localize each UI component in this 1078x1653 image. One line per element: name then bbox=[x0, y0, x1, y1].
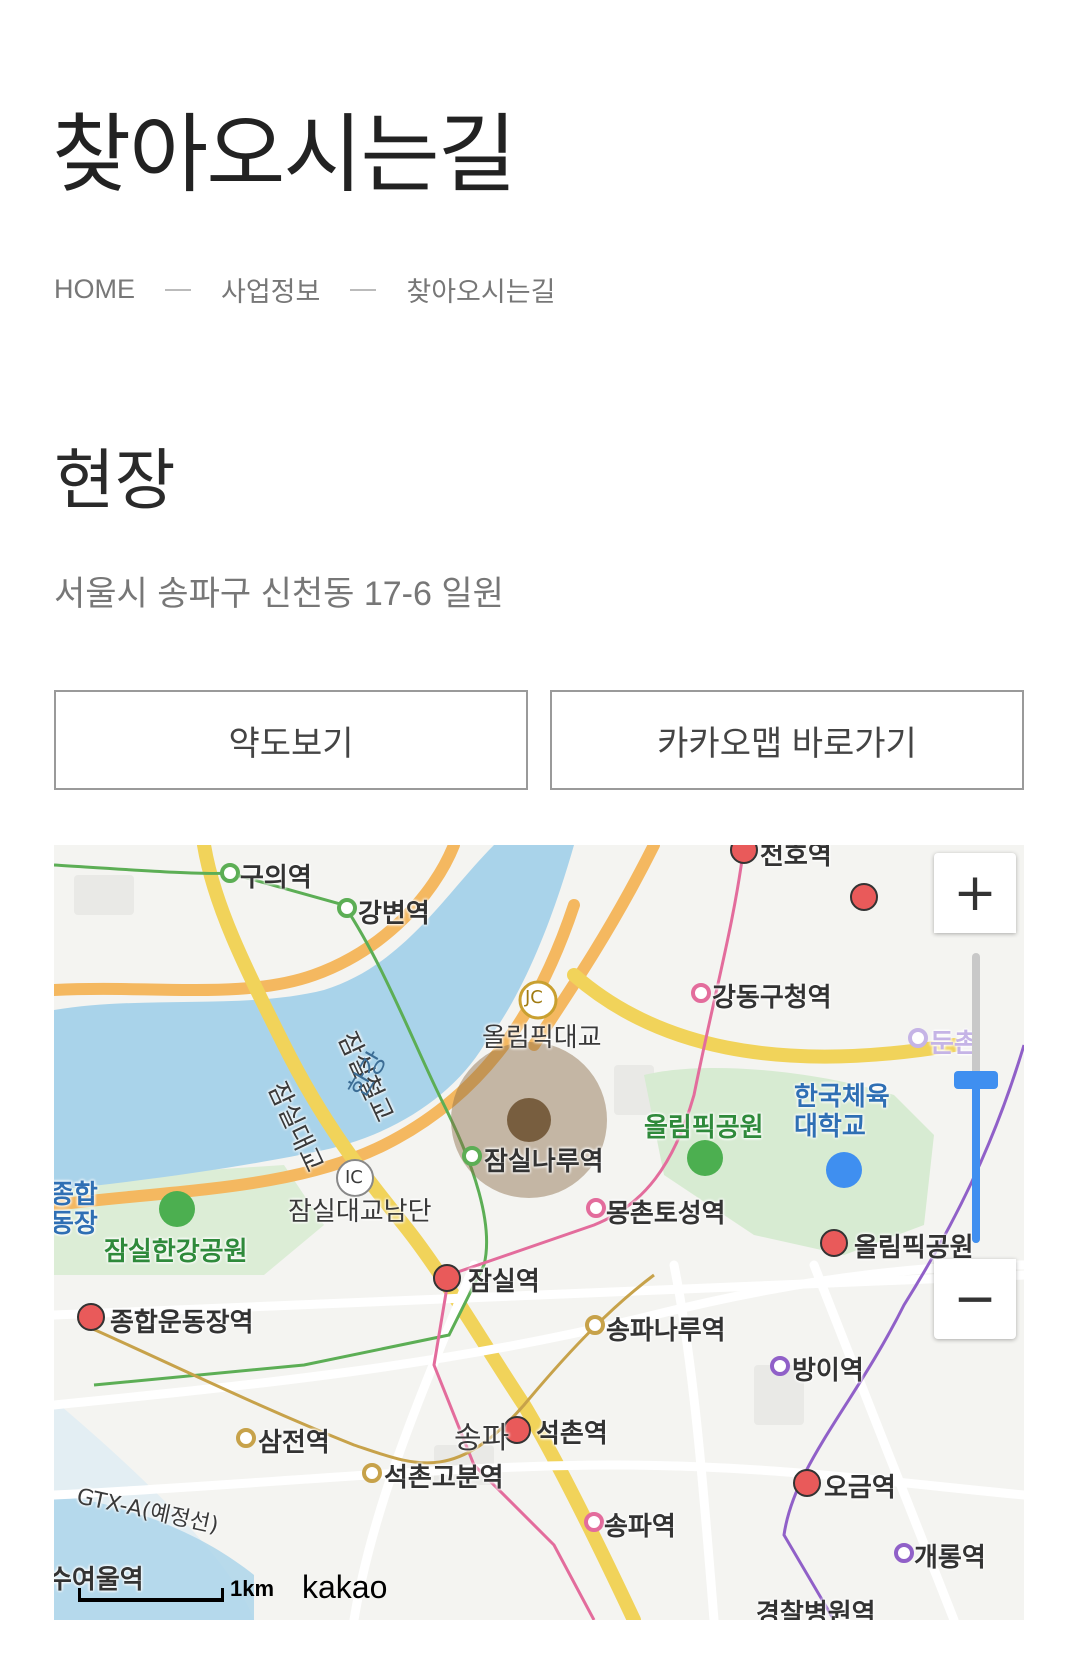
map-label-songpa-district: 송파 bbox=[454, 1421, 510, 1456]
map-label-olympic-bridge: 올림픽대교 bbox=[482, 1023, 602, 1053]
location-title: 현장 bbox=[54, 442, 176, 519]
breadcrumb-current[interactable]: 찾아오시는길 bbox=[406, 270, 555, 309]
map-label-seokchon-station: 석촌역 bbox=[536, 1419, 608, 1449]
page-title: 찾아오시는길 bbox=[52, 105, 517, 205]
location-address: 서울시 송파구 신천동 17-6 일원 bbox=[54, 575, 504, 613]
map-label-gaerong-station: 개롱역 bbox=[914, 1543, 986, 1573]
map-label-gangdong-office-station: 강동구청역 bbox=[712, 983, 832, 1013]
zoom-out-button[interactable]: − bbox=[934, 1259, 1016, 1339]
map-label-police-hospital-station: 경찰병원역 bbox=[756, 1599, 876, 1620]
map-label-junction: JC bbox=[525, 987, 543, 1008]
zoom-control: + − bbox=[934, 853, 1016, 1339]
breadcrumb-separator bbox=[350, 288, 377, 291]
breadcrumb: HOME 사업정보 찾아오시는길 bbox=[54, 270, 555, 309]
breadcrumb-separator bbox=[165, 288, 191, 291]
breadcrumb-business-info[interactable]: 사업정보 bbox=[221, 270, 320, 309]
map-label-korea-sport-university: 한국체육 대학교 bbox=[794, 1082, 890, 1142]
map-label-gangbyeon-station: 강변역 bbox=[358, 899, 430, 929]
map-label-olympic-park: 올림픽공원 bbox=[644, 1113, 764, 1143]
map-label-sports-complex-partial: 종합 동장 bbox=[54, 1180, 98, 1239]
map-label-songpa-station: 송파역 bbox=[604, 1512, 676, 1542]
map-label-samjeon-station: 삼전역 bbox=[258, 1428, 330, 1458]
map-label-interchange: IC bbox=[345, 1167, 363, 1188]
zoom-in-button[interactable]: + bbox=[934, 853, 1016, 933]
map-label-songpa-naru-station: 송파나루역 bbox=[606, 1316, 726, 1346]
map-label-sports-complex-station: 종합운동장역 bbox=[110, 1308, 254, 1338]
map-view[interactable]: 구의역 강변역 천호역 JC 올림픽대교 강동구청역 둔촌 잠실철교 한강 잠실… bbox=[54, 845, 1024, 1620]
zoom-slider-fill bbox=[972, 1081, 980, 1243]
map-label-jamsil-station: 잠실역 bbox=[468, 1267, 540, 1297]
map-label-jamsil-naru-station: 잠실나루역 bbox=[484, 1147, 604, 1177]
kakao-logo[interactable]: kakao bbox=[302, 1569, 387, 1606]
map-label-guui-station: 구의역 bbox=[240, 863, 312, 893]
map-label-bangi-station: 방이역 bbox=[792, 1356, 864, 1386]
map-label-jamsil-hangang-park: 잠실한강공원 bbox=[104, 1237, 248, 1267]
map-label-cheonho-station: 천호역 bbox=[760, 845, 832, 871]
scale-bar-label: 1km bbox=[230, 1576, 275, 1601]
map-scale-bar: 1km bbox=[78, 1576, 274, 1602]
map-label-seokchon-gobun-station: 석촌고분역 bbox=[384, 1463, 504, 1493]
map-label-jamsil-bridge-south: 잠실대교남단 bbox=[288, 1197, 432, 1227]
map-label-mongchon-station: 몽촌토성역 bbox=[606, 1199, 726, 1229]
sketch-map-button[interactable]: 약도보기 bbox=[54, 690, 528, 790]
zoom-slider-handle[interactable] bbox=[954, 1071, 998, 1089]
kakao-map-link-button[interactable]: 카카오맵 바로가기 bbox=[550, 690, 1024, 790]
breadcrumb-home[interactable]: HOME bbox=[54, 274, 135, 305]
scale-bar-line bbox=[78, 1588, 224, 1602]
map-label-ogeum-station: 오금역 bbox=[824, 1473, 896, 1503]
